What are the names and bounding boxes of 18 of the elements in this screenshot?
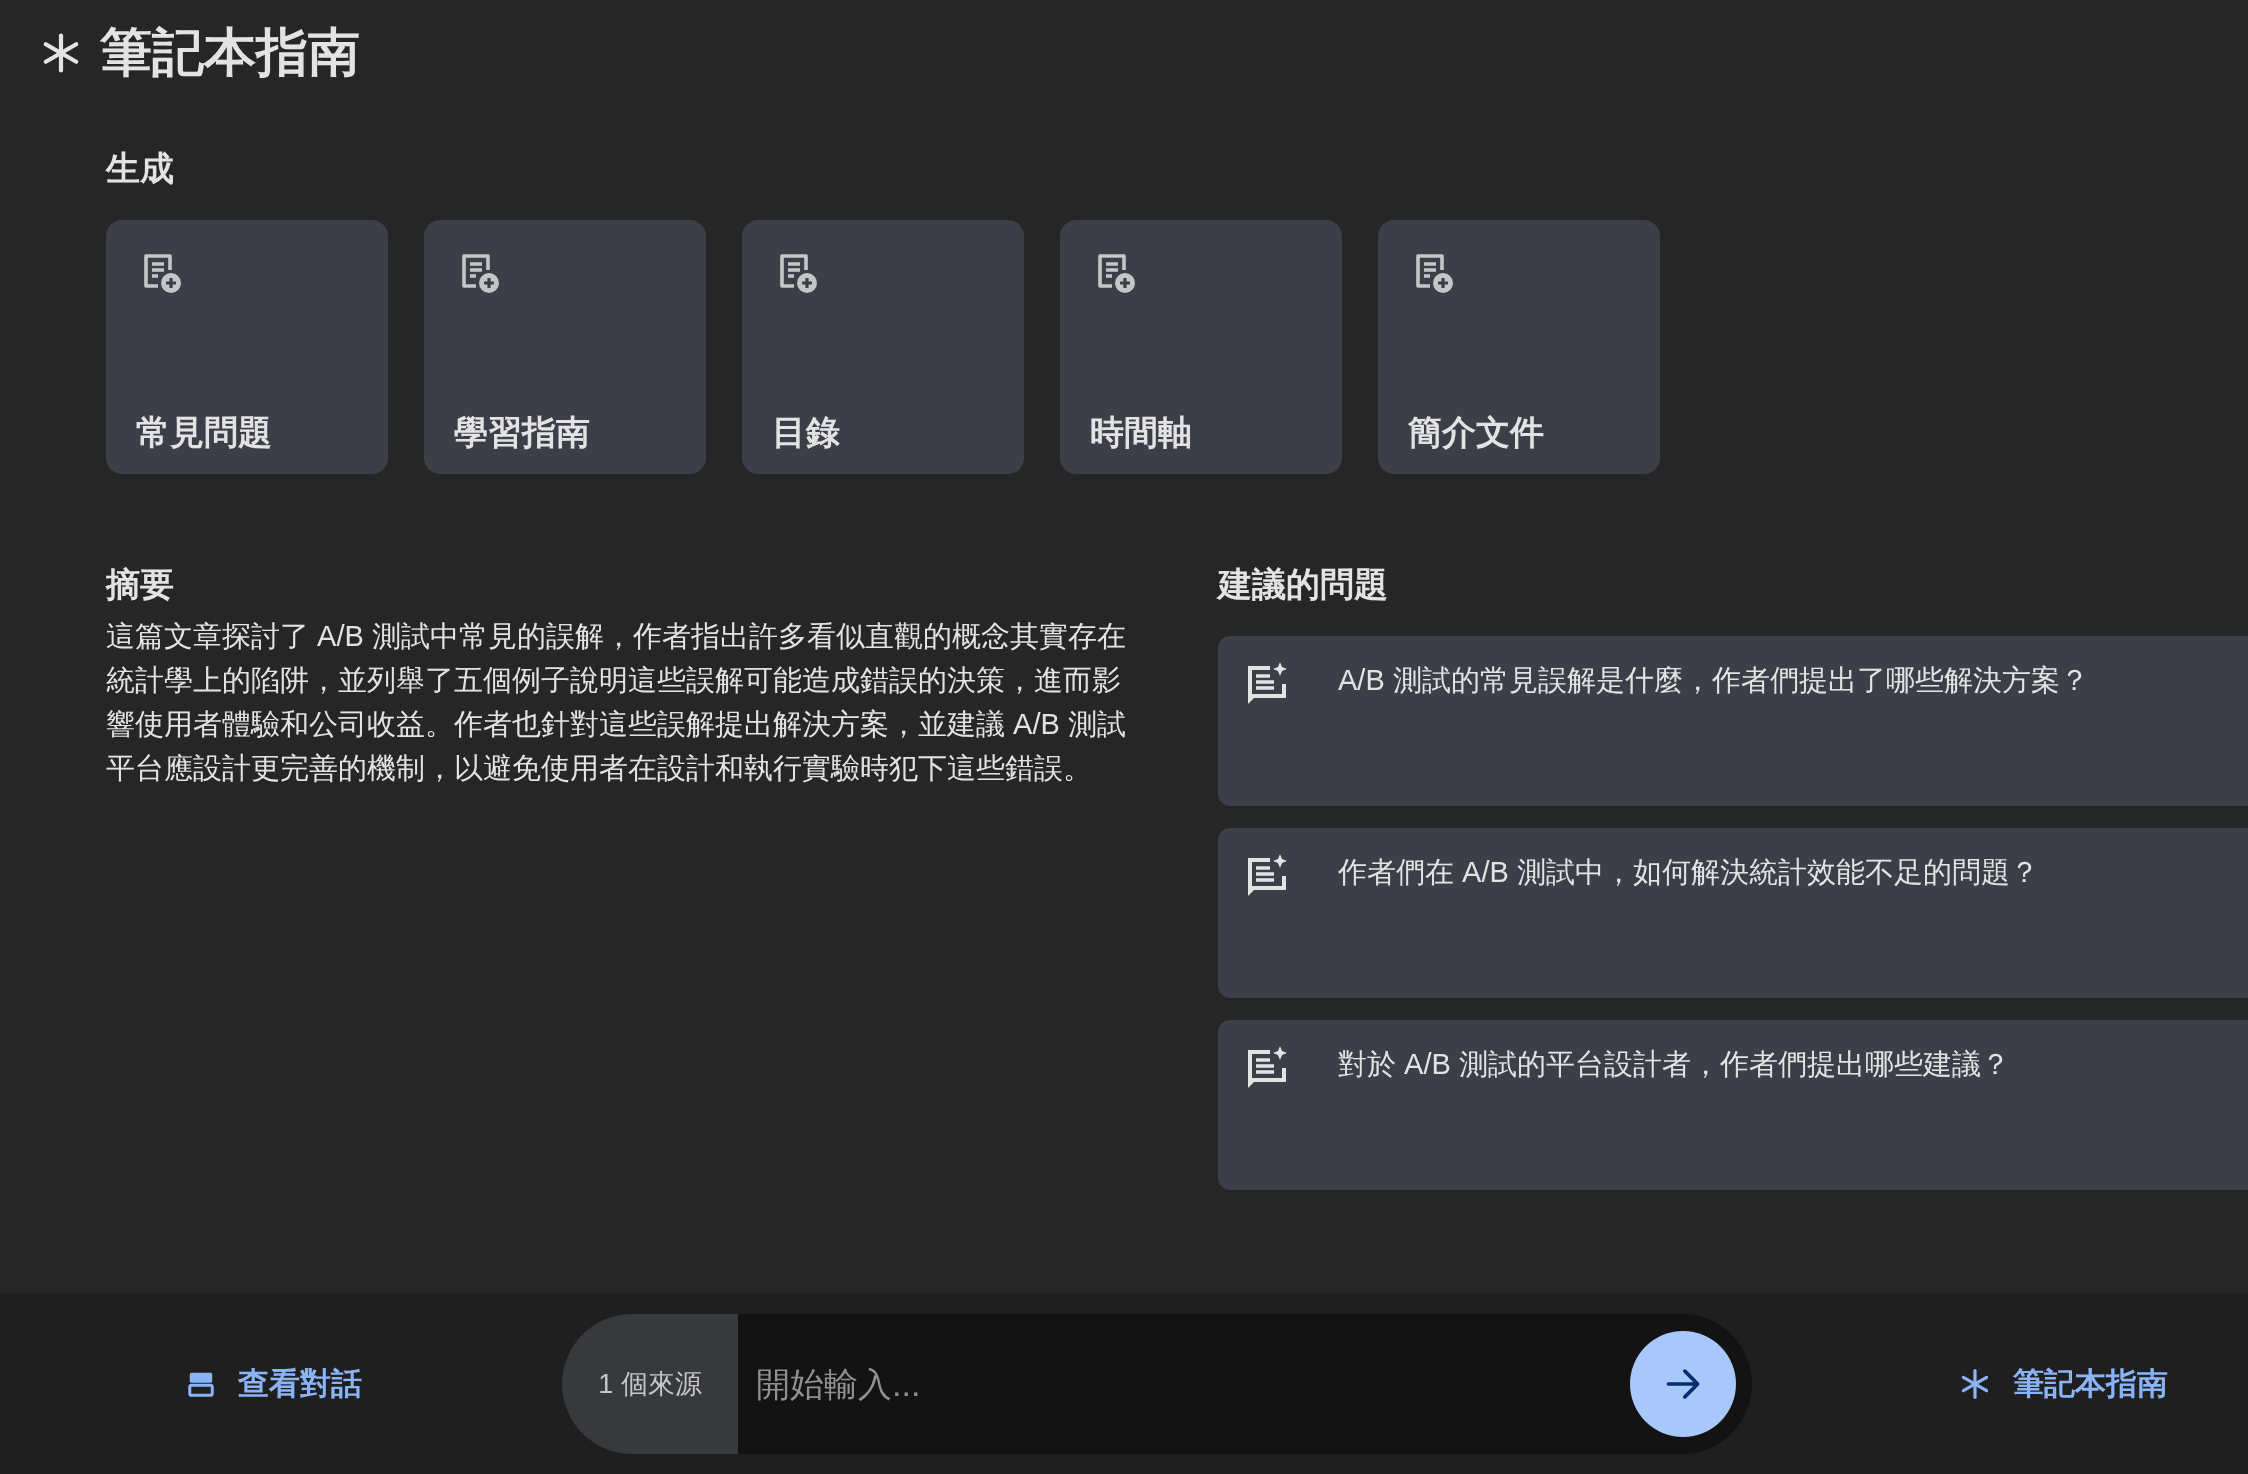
- generate-card[interactable]: 目錄: [742, 220, 1024, 474]
- section-heading: 建議的問題: [1218, 564, 1389, 605]
- generate-card[interactable]: 簡介文件: [1378, 220, 1660, 474]
- chat-input-field[interactable]: 開始輸入...: [738, 1363, 1630, 1405]
- source-count-button[interactable]: 1 個來源: [562, 1314, 738, 1454]
- asterisk-icon: [1959, 1368, 1991, 1400]
- suggested-question[interactable]: 對於 A/B 測試的平台設計者，作者們提出哪些建議？: [1218, 1020, 2248, 1190]
- page-title: 筆記本指南: [100, 22, 360, 83]
- suggested-question[interactable]: A/B 測試的常見誤解是什麼，作者們提出了哪些解決方案？: [1218, 636, 2248, 806]
- generate-card[interactable]: 學習指南: [424, 220, 706, 474]
- section-heading: 生成: [106, 148, 175, 189]
- generate-card[interactable]: 時間軸: [1060, 220, 1342, 474]
- summary-text: 這篇文章探討了 A/B 測試中常見的誤解，作者指出許多看似直觀的概念其實存在統計學上的陷阱，並列舉了五個例子說明這些誤解可能造成錯誤的決策，進而影響使用者體驗和公司收益。作者也針對這些誤解提出解決方案，並建議 A/B 測試平台應設計更完善的機制，以避免使用者在設計和執行實驗時犯下這些錯誤。: [106, 619, 1127, 786]
- generate-card[interactable]: 常見問題: [106, 220, 388, 474]
- suggested-question[interactable]: 作者們在 A/B 測試中，如何解決統計效能不足的問題？: [1218, 828, 2248, 998]
- section-heading: 摘要: [106, 564, 175, 605]
- notebook-guide-button[interactable]: 筆記本指南: [1959, 1363, 2168, 1405]
- view-chat-button[interactable]: 查看對話: [186, 1363, 362, 1405]
